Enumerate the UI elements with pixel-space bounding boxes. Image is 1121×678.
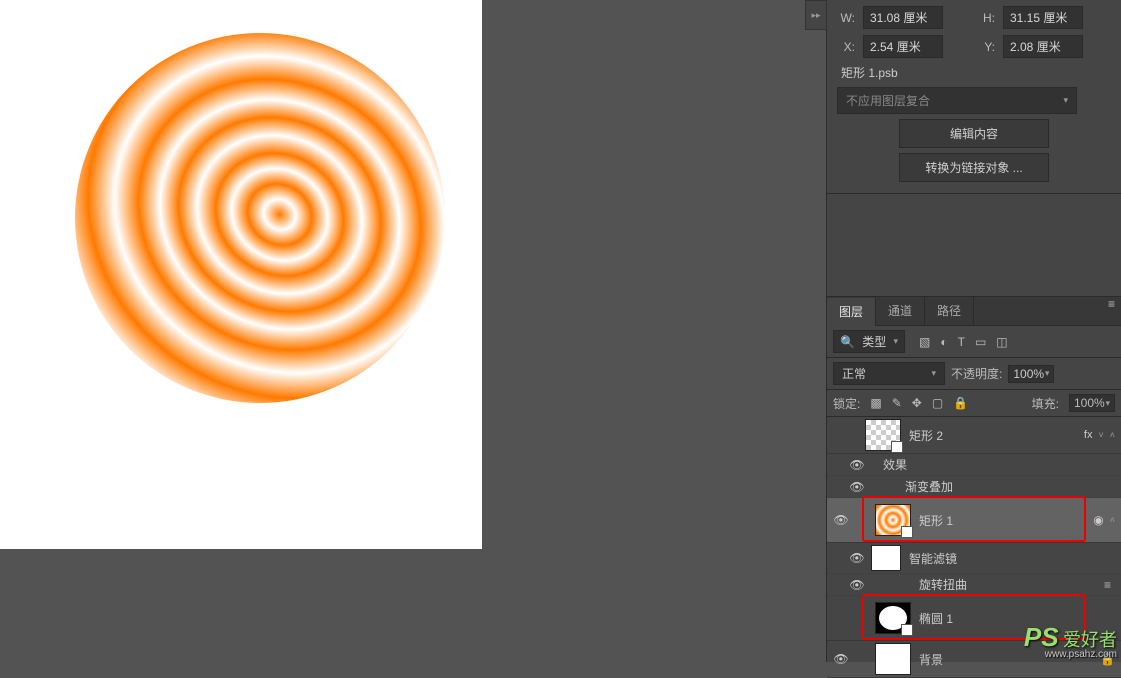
lock-label: 锁定:: [833, 395, 860, 412]
opacity-value: 100%: [1013, 367, 1044, 381]
smart-object-badge-icon: [891, 441, 903, 453]
watermark: PS 爱好者 www.psahz.com: [1024, 622, 1117, 660]
filter-adjust-icon[interactable]: ◐: [940, 335, 947, 349]
chevron-down-icon: ▾: [893, 336, 898, 347]
visibility-toggle[interactable]: 👁: [847, 578, 867, 592]
chevron-down-icon: ▾: [1105, 398, 1110, 409]
opacity-field[interactable]: 100% ▾: [1008, 365, 1054, 383]
filter-kind-select[interactable]: 🔍 类型 ▾: [833, 330, 905, 353]
layer-filter-bar: 🔍 类型 ▾ ▧ ◐ T ▭ ◫: [827, 326, 1121, 358]
opacity-label: 不透明度:: [951, 365, 1002, 382]
layer-rect1[interactable]: 👁 矩形 1 ◉ ˄: [827, 498, 1121, 543]
visibility-toggle[interactable]: 👁: [827, 513, 855, 527]
layer-name[interactable]: 矩形 1: [919, 512, 1121, 529]
visibility-toggle[interactable]: 👁: [847, 458, 867, 472]
collapse-panels-button[interactable]: ▸▸: [805, 0, 827, 30]
effects-label: 效果: [883, 456, 907, 473]
visibility-toggle[interactable]: 👁: [847, 551, 867, 565]
lock-all-icon[interactable]: 🔒: [953, 396, 968, 410]
visibility-toggle[interactable]: 👁: [847, 480, 867, 494]
lock-transparent-icon[interactable]: ▩: [870, 396, 881, 410]
filter-kind-value: 类型: [862, 333, 886, 350]
visibility-toggle[interactable]: 👁: [827, 652, 855, 666]
right-panel: ▸▸ W: 31.08 厘米 H: 31.15 厘米 X: 2.54 厘米 Y:…: [826, 0, 1121, 662]
x-field[interactable]: 2.54 厘米: [863, 35, 943, 58]
properties-panel: W: 31.08 厘米 H: 31.15 厘米 X: 2.54 厘米 Y: 2.…: [827, 0, 1121, 194]
layer-rect2[interactable]: 矩形 2 fx˅˄: [827, 417, 1121, 454]
filter-mask-thumb[interactable]: [871, 545, 901, 571]
twirl-label: 旋转扭曲: [919, 576, 967, 593]
blend-row: 正常 ▾ 不透明度: 100% ▾: [827, 358, 1121, 390]
layer-smart-filters-row[interactable]: 👁 智能滤镜: [827, 543, 1121, 574]
filter-options-icon[interactable]: ≡: [1104, 578, 1111, 592]
smart-object-badge-icon: [901, 526, 913, 538]
filter-shape-icon[interactable]: ▭: [975, 335, 986, 349]
x-label: X:: [837, 40, 855, 54]
chevron-down-icon[interactable]: ˅: [1098, 430, 1103, 440]
layer-thumb[interactable]: [865, 419, 901, 451]
gradient-overlay-label: 渐变叠加: [905, 478, 953, 495]
y-label: Y:: [977, 40, 995, 54]
lock-row: 锁定: ▩ ✎ ✥ ▢ 🔒 填充: 100% ▾: [827, 390, 1121, 417]
fill-field[interactable]: 100% ▾: [1069, 394, 1115, 412]
chevron-down-icon: ▾: [1063, 95, 1068, 106]
chevron-up-icon[interactable]: ˄: [1110, 515, 1115, 525]
tab-channels[interactable]: 通道: [876, 297, 925, 325]
fill-label: 填充:: [1032, 395, 1059, 412]
canvas-area: [0, 0, 826, 662]
chevron-down-icon: ▾: [1045, 368, 1050, 379]
convert-to-linked-button[interactable]: 转换为链接对象 ...: [899, 153, 1049, 182]
lock-position-icon[interactable]: ✥: [912, 396, 922, 410]
filter-effects-icon[interactable]: ◉: [1093, 513, 1103, 527]
watermark-cn: 爱好者: [1063, 630, 1117, 650]
layer-thumb[interactable]: [875, 643, 911, 675]
watermark-main: PS: [1024, 622, 1059, 652]
lock-artboard-icon[interactable]: ▢: [932, 396, 943, 410]
spiral-artwork: [70, 28, 450, 408]
linked-file-name: 矩形 1.psb: [841, 64, 1111, 81]
fill-value: 100%: [1074, 396, 1105, 410]
filter-type-icon[interactable]: T: [958, 335, 965, 349]
smart-filters-label: 智能滤镜: [909, 550, 957, 567]
document-canvas[interactable]: [0, 0, 482, 549]
search-icon: 🔍: [840, 335, 855, 349]
panel-menu-icon[interactable]: ≡: [1108, 297, 1115, 311]
layer-thumb[interactable]: [875, 602, 911, 634]
tab-paths[interactable]: 路径: [925, 297, 974, 325]
layer-effects-row[interactable]: 👁 效果: [827, 454, 1121, 476]
layer-thumb[interactable]: [875, 504, 911, 536]
width-label: W:: [837, 11, 855, 25]
collapse-icon: ▸▸: [811, 10, 820, 21]
layer-comp-select[interactable]: 不应用图层复合 ▾: [837, 87, 1077, 114]
filter-smart-icon[interactable]: ◫: [996, 335, 1007, 349]
tab-layers[interactable]: 图层: [827, 298, 876, 326]
fx-badge[interactable]: fx: [1084, 429, 1093, 441]
layer-effect-gradient[interactable]: 👁 渐变叠加: [827, 476, 1121, 498]
y-field[interactable]: 2.08 厘米: [1003, 35, 1083, 58]
lock-image-icon[interactable]: ✎: [892, 396, 902, 410]
height-label: H:: [977, 11, 995, 25]
blend-mode-select[interactable]: 正常 ▾: [833, 362, 945, 385]
layer-filter-twirl[interactable]: 👁 旋转扭曲 ≡: [827, 574, 1121, 596]
chevron-up-icon[interactable]: ˄: [1110, 430, 1115, 440]
shape-badge-icon: [901, 624, 913, 636]
panel-tabs: 图层 通道 路径 ≡: [827, 296, 1121, 326]
width-field[interactable]: 31.08 厘米: [863, 6, 943, 29]
layer-comp-value: 不应用图层复合: [846, 92, 930, 109]
blend-mode-value: 正常: [842, 365, 866, 382]
filter-pixel-icon[interactable]: ▧: [919, 335, 930, 349]
chevron-down-icon: ▾: [931, 368, 936, 379]
height-field[interactable]: 31.15 厘米: [1003, 6, 1083, 29]
edit-contents-button[interactable]: 编辑内容: [899, 119, 1049, 148]
